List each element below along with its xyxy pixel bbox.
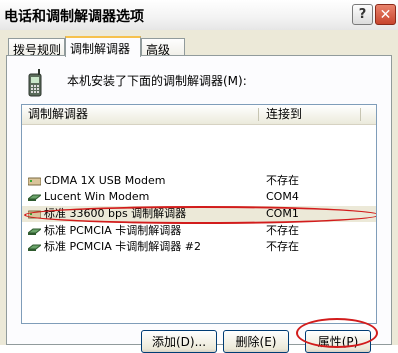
column-divider[interactable] <box>360 108 361 121</box>
list-item[interactable]: 标准 PCMCIA 卡调制解调器 #2 不存在 <box>22 239 376 255</box>
modem-port: 不存在 <box>266 240 299 253</box>
tab-advanced[interactable]: 高级 <box>141 38 185 57</box>
modem-port: COM4 <box>266 190 299 203</box>
phone-icon <box>28 69 42 97</box>
help-button[interactable]: ? <box>352 4 373 25</box>
window-title: 电话和调制解调器选项 <box>4 9 144 25</box>
tab-panel: 本机安装了下面的调制解调器(M): 调制解调器 连接到 CDMA 1X USB … <box>6 55 392 353</box>
question-mark-icon: ? <box>358 7 367 22</box>
modem-name: Lucent Win Modem <box>44 190 150 203</box>
close-button[interactable]: ✕ <box>375 4 396 25</box>
list-item-selected[interactable]: 标准 33600 bps 调制解调器 COM1 <box>22 206 376 222</box>
close-icon: ✕ <box>379 6 392 23</box>
list-item[interactable]: 标准 PCMCIA 卡调制解调器 不存在 <box>22 223 376 239</box>
remove-button[interactable]: 删除(E) <box>223 330 289 353</box>
dialog-window: 电话和调制解调器选项 ? ✕ 拨号规则 调制解调器 高级 本机安装了下面的调制解… <box>0 0 398 353</box>
list-header: 调制解调器 连接到 <box>22 105 376 125</box>
modem-port: COM1 <box>266 207 299 220</box>
modem-port: 不存在 <box>266 224 299 237</box>
modem-list[interactable]: 调制解调器 连接到 CDMA 1X USB Modem 不存在 Lucent W… <box>21 104 377 324</box>
modem-icon <box>28 210 41 219</box>
modem-name: CDMA 1X USB Modem <box>44 174 166 187</box>
title-bar[interactable]: 电话和调制解调器选项 ? ✕ <box>0 0 398 30</box>
list-item[interactable]: CDMA 1X USB Modem 不存在 <box>22 173 376 189</box>
pcmcia-card-icon <box>28 244 41 251</box>
modem-icon <box>28 177 41 186</box>
properties-button[interactable]: 属性(P) <box>305 330 371 353</box>
tab-modems[interactable]: 调制解调器 <box>65 36 141 57</box>
modem-name: 标准 PCMCIA 卡调制解调器 <box>44 224 182 237</box>
tab-dialing-rules[interactable]: 拨号规则 <box>8 38 65 57</box>
installed-modems-label: 本机安装了下面的调制解调器(M): <box>67 74 247 88</box>
list-item[interactable]: Lucent Win Modem COM4 <box>22 189 376 205</box>
add-button[interactable]: 添加(D)... <box>141 330 217 353</box>
modem-name: 标准 PCMCIA 卡调制解调器 #2 <box>44 240 201 253</box>
modem-port: 不存在 <box>266 174 299 187</box>
pcmcia-card-icon <box>28 228 41 235</box>
modem-icon <box>28 194 41 201</box>
modem-name: 标准 33600 bps 调制解调器 <box>44 207 187 220</box>
column-divider[interactable] <box>258 108 259 121</box>
column-header-connected-to[interactable]: 连接到 <box>260 105 360 124</box>
column-header-modem[interactable]: 调制解调器 <box>22 105 258 124</box>
